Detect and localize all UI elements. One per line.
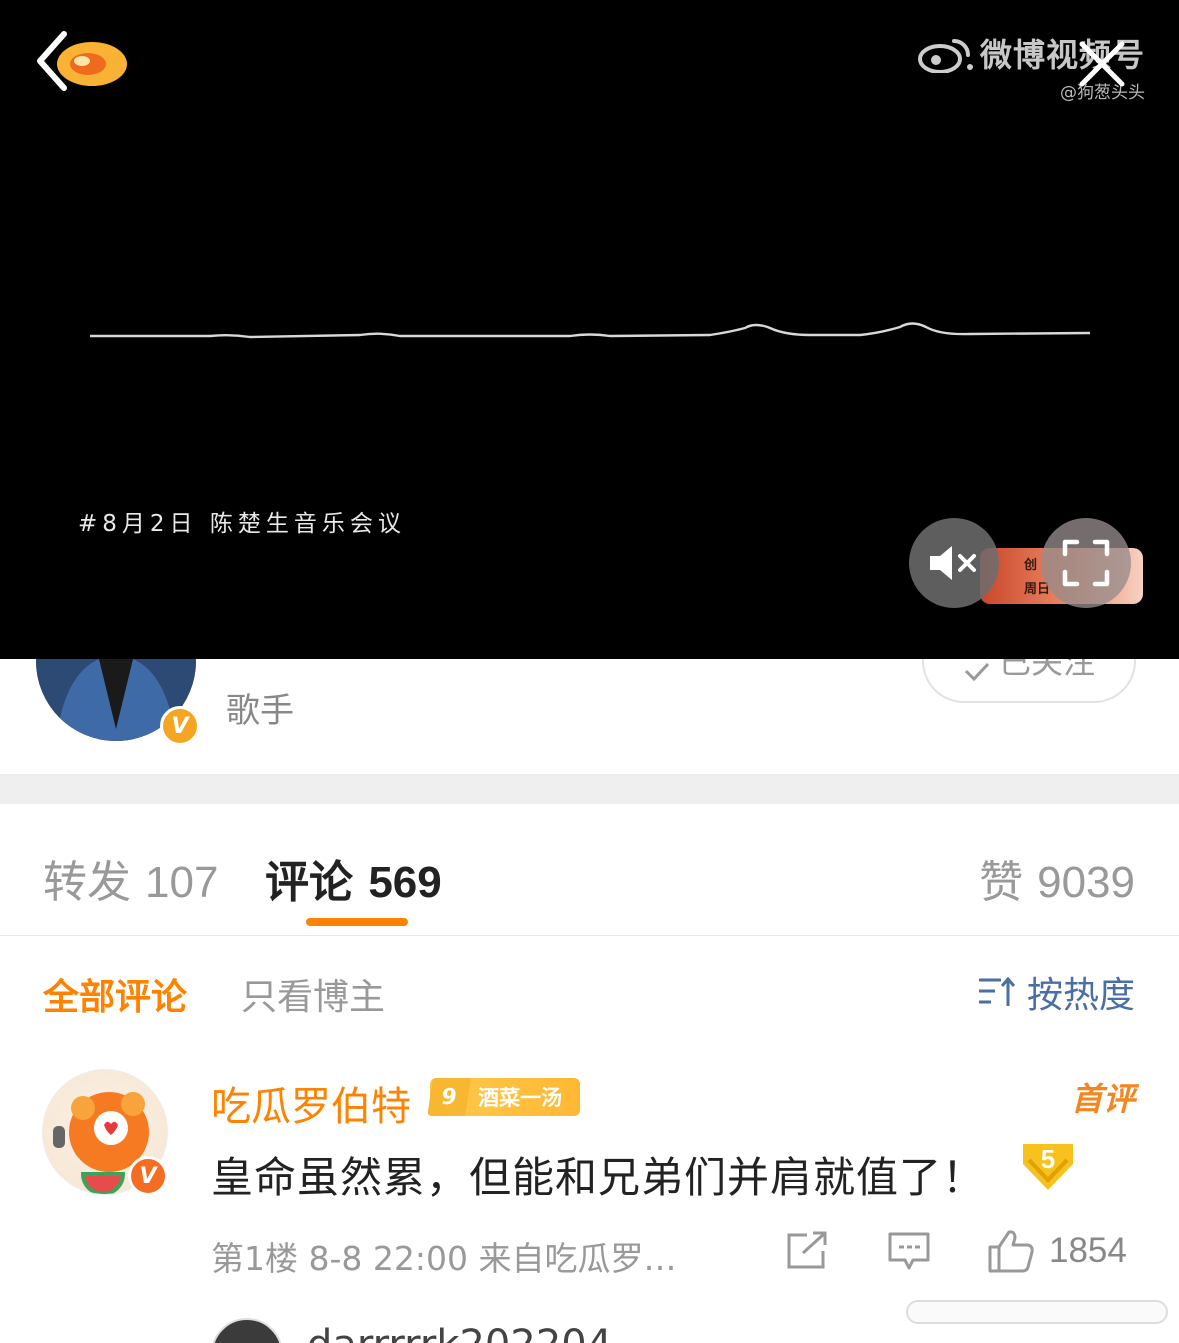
- tab-repost[interactable]: 转发 107: [43, 846, 218, 910]
- follow-label: 已关注: [998, 659, 1095, 681]
- comment-count: 569: [368, 858, 442, 907]
- sort-label: 按热度: [1026, 975, 1135, 1016]
- fan-badge[interactable]: 9 酒菜一汤: [427, 1078, 580, 1116]
- comment-filter: 全部评论 只看博主 按热度: [0, 960, 1179, 1020]
- tab-comments[interactable]: 评论 569: [265, 846, 442, 910]
- next-comment-item: darrrrrk202204: [211, 1318, 1111, 1343]
- fullscreen-icon: [1062, 539, 1110, 587]
- close-icon[interactable]: [1076, 38, 1128, 90]
- engagement-tabs: 转发 107 评论 569 赞 9039: [0, 804, 1179, 936]
- like-button[interactable]: 1854: [987, 1228, 1127, 1274]
- like-total: 9039: [1037, 858, 1135, 907]
- promo-line-1: 创: [1024, 558, 1038, 573]
- check-icon: [964, 662, 990, 682]
- reply-icon: [888, 1232, 930, 1270]
- share-icon: [787, 1231, 827, 1269]
- filter-all-comments[interactable]: 全部评论: [43, 968, 187, 1020]
- video-caption: #8月2日 陈楚生音乐会议: [78, 511, 406, 537]
- first-comment-tag: 首评: [1070, 1080, 1135, 1118]
- mute-button[interactable]: [909, 518, 999, 608]
- mute-icon: [930, 546, 976, 580]
- filter-owner-only[interactable]: 只看博主: [241, 968, 385, 1020]
- follow-button[interactable]: 已关注: [922, 659, 1136, 703]
- rank-5-icon: 5: [1023, 1144, 1073, 1190]
- author-profile: V 歌手 已关注: [0, 659, 1179, 774]
- comment-text: 皇命虽然累，但能和兄弟们并肩就值了！: [211, 1153, 986, 1202]
- comment-actions: 1854: [785, 1228, 1127, 1274]
- commenter-verified-icon: V: [128, 1156, 168, 1196]
- fullscreen-button[interactable]: [1041, 518, 1131, 608]
- like-label: 赞: [979, 857, 1024, 908]
- back-logo-icon[interactable]: [30, 28, 130, 94]
- commenter-name[interactable]: 吃瓜罗伯特: [211, 1074, 411, 1132]
- repost-count: 107: [145, 858, 219, 907]
- repost-label: 转发: [43, 857, 131, 908]
- section-divider: [0, 774, 1179, 804]
- next-commenter-name[interactable]: darrrrrk202204: [307, 1322, 612, 1343]
- fan-badge-level: 9: [427, 1078, 471, 1116]
- next-commenter-avatar[interactable]: [211, 1318, 283, 1343]
- share-button[interactable]: [785, 1231, 829, 1271]
- verified-badge-icon: V: [160, 706, 200, 746]
- author-role: 歌手: [226, 691, 294, 731]
- comment-meta: 第1楼 8-8 22:00 来自吃瓜罗…: [211, 1239, 677, 1278]
- comment-like-count: 1854: [1049, 1231, 1127, 1270]
- sort-by-hot-button[interactable]: 按热度: [977, 966, 1135, 1018]
- video-player[interactable]: 微博视频号 @狗葱头头 #8月2日 陈楚生音乐会议 创 周日: [0, 0, 1179, 659]
- like-icon: [988, 1230, 1034, 1273]
- fan-badge-text: 酒菜一汤: [478, 1086, 562, 1110]
- active-tab-indicator: [306, 918, 408, 926]
- comment-label: 评论: [265, 857, 353, 908]
- audio-waveform: [90, 322, 1090, 339]
- reply-button[interactable]: [887, 1231, 931, 1271]
- weibo-logo-icon: [917, 39, 973, 73]
- tab-likes[interactable]: 赞 9039: [979, 846, 1135, 910]
- sort-icon: [978, 976, 1016, 1006]
- svg-text:5: 5: [1041, 1144, 1055, 1174]
